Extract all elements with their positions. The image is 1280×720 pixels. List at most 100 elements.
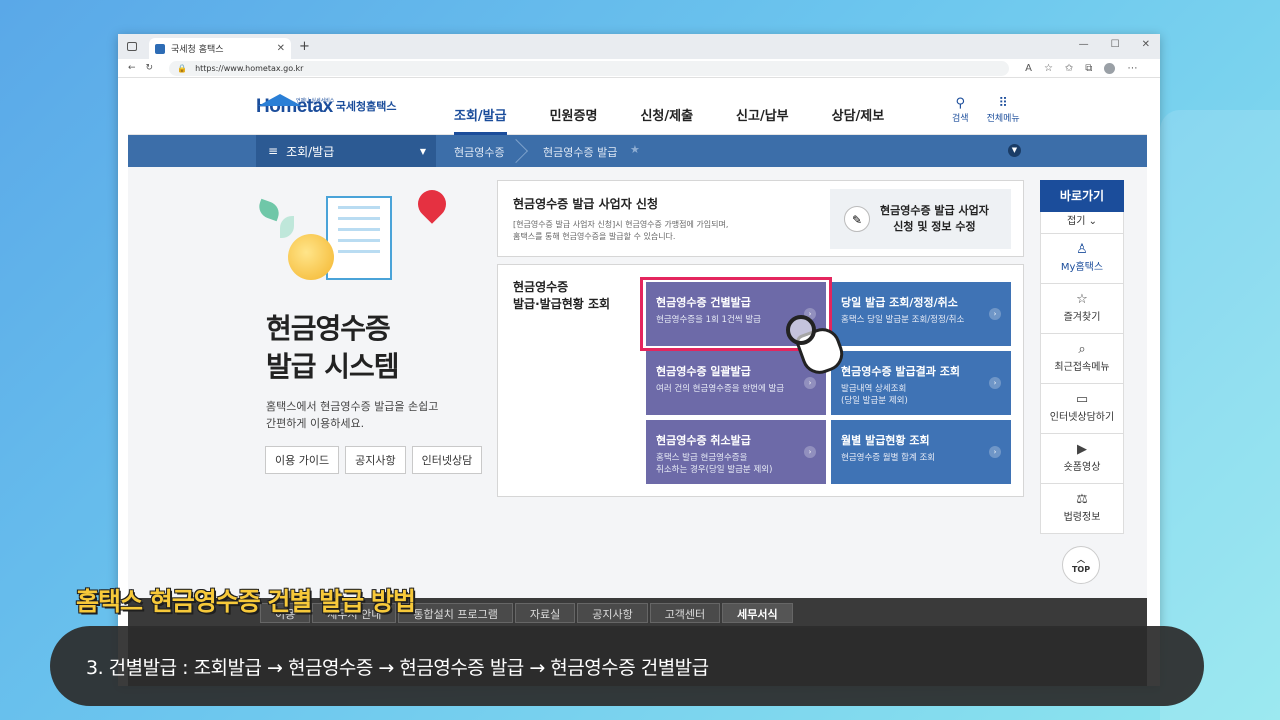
- leaf-small-icon: [280, 216, 294, 238]
- issue-card-title: 현금영수증 발급·발급현황 조회: [513, 279, 610, 313]
- pointer-hand-icon: [786, 315, 850, 379]
- quick-recent-menu-label: 최근접속메뉴: [1054, 362, 1110, 373]
- chevron-down-icon[interactable]: ▼: [1008, 144, 1021, 157]
- main-navigation: 조회/발급 민원증명 신청/제출 신고/납부 상담/제보: [454, 90, 927, 135]
- heart-icon: [412, 184, 452, 224]
- monitor-icon: ▭: [1075, 392, 1089, 407]
- arrow-right-icon: ›: [989, 446, 1001, 458]
- business-apply-button[interactable]: ✎ 현금영수증 발급 사업자 신청 및 정보 수정: [830, 189, 1011, 249]
- tile-result-inquiry-desc1: 발급내역 상세조회: [841, 384, 907, 394]
- close-tab-icon[interactable]: ✕: [277, 43, 285, 54]
- footer-link-customer-center[interactable]: 고객센터: [649, 603, 721, 623]
- breadcrumb-item-cash-receipt[interactable]: 현금영수증: [454, 144, 505, 160]
- page-title-line2: 발급 시스템: [266, 350, 400, 383]
- lock-icon: 🔒: [177, 63, 188, 73]
- breadcrumb-menu[interactable]: ≡ 조회/발급 ▼: [256, 135, 436, 167]
- tile-result-inquiry-title: 현금영수증 발급결과 조회: [841, 365, 960, 378]
- new-tab-icon[interactable]: +: [299, 39, 310, 54]
- search-button[interactable]: ⚲ 검색: [952, 97, 969, 125]
- star-icon: ☆: [1076, 292, 1088, 307]
- tile-bulk-issue-desc: 여러 건의 현금영수증을 한번에 발급: [656, 384, 785, 394]
- bookmark-star-icon[interactable]: ★: [630, 143, 640, 156]
- breadcrumb-menu-label: 조회/발급: [286, 144, 335, 159]
- site-header: 언제나 실세서비스 Hometax 국세청홈택스 조회/발급 민원증명 신청/제…: [128, 90, 1147, 135]
- collections-icon[interactable]: ⧉: [1085, 63, 1092, 74]
- tile-cancel-issue-title: 현금영수증 취소발급: [656, 434, 751, 447]
- address-bar-row: ← ↻ 🔒 https://www.hometax.go.kr A ☆ ✩ ⧉ …: [118, 59, 1160, 78]
- quick-favorites[interactable]: ☆ 즐겨찾기: [1040, 284, 1124, 334]
- scroll-top-label: TOP: [1071, 565, 1091, 574]
- profile-avatar[interactable]: [1104, 62, 1116, 74]
- tile-cancel-issue-desc2: 취소하는 경우(당일 발급분 제외): [656, 465, 773, 475]
- all-menu-button[interactable]: ⠿ 전체메뉴: [987, 97, 1020, 125]
- minimize-icon[interactable]: —: [1079, 39, 1089, 50]
- quick-online-consult-label: 인터넷상담하기: [1049, 412, 1115, 423]
- quick-online-consult[interactable]: ▭ 인터넷상담하기: [1040, 384, 1124, 434]
- receipt-document-icon: [326, 196, 392, 280]
- usage-guide-button[interactable]: 이용 가이드: [265, 446, 340, 474]
- footer-link-install[interactable]: 통합설치 프로그램: [398, 603, 513, 623]
- business-apply-desc: [현금영수증 발급 사업자 신청]시 현금영수증 가맹점에 가입되며, 홈택스를…: [513, 219, 803, 243]
- quick-recent-menu[interactable]: ⌕ 최근접속메뉴: [1040, 334, 1124, 384]
- page-title: 현금영수증 발급 시스템: [266, 310, 400, 386]
- nav-inquiry-issue[interactable]: 조회/발급: [454, 90, 507, 135]
- header-tools: ⚲ 검색 ⠿ 전체메뉴: [952, 97, 1020, 125]
- tile-result-inquiry-desc2: (당일 발급분 제외): [841, 396, 908, 406]
- address-bar[interactable]: 🔒 https://www.hometax.go.kr: [169, 60, 1010, 76]
- hero-description: 홈택스에서 현금영수증 발급을 손쉽고 간편하게 이용하세요.: [266, 398, 438, 432]
- reload-icon[interactable]: ↻: [146, 63, 154, 73]
- quick-law-info-label: 법령정보: [1063, 512, 1101, 523]
- favorite-star-icon[interactable]: ☆: [1044, 63, 1053, 74]
- read-aloud-icon[interactable]: A: [1025, 63, 1032, 74]
- gavel-icon: ⚖: [1076, 492, 1088, 507]
- tile-cancel-issue[interactable]: 현금영수증 취소발급 홈택스 발급 현금영수증을 취소하는 경우(당일 발급분 …: [646, 420, 826, 484]
- play-icon: ▶: [1077, 442, 1087, 457]
- quick-menu-title: 바로가기: [1040, 180, 1124, 212]
- quick-law-info[interactable]: ⚖ 법령정보: [1040, 484, 1124, 534]
- nav-civil-certificate[interactable]: 민원증명: [550, 90, 598, 135]
- tile-cancel-issue-desc1: 홈택스 발급 현금영수증을: [656, 453, 748, 463]
- notice-button[interactable]: 공지사항: [345, 446, 406, 474]
- footer-link-tax-forms[interactable]: 세무서식: [722, 603, 793, 623]
- back-icon[interactable]: ←: [128, 63, 136, 73]
- caret-down-icon: ▼: [419, 146, 426, 156]
- quick-my-hometax[interactable]: ♙ My홈택스: [1040, 234, 1124, 284]
- scroll-top-button[interactable]: ︿ TOP: [1062, 546, 1100, 584]
- arrow-right-icon: ›: [804, 446, 816, 458]
- hero-illustration: [255, 184, 452, 310]
- footer-link-archive[interactable]: 자료실: [514, 603, 576, 623]
- browser-tab[interactable]: 국세청 홈택스 ✕: [149, 38, 291, 59]
- quick-menu-fold-button[interactable]: 접기 ⌄: [1040, 212, 1124, 234]
- caption-bar: 3. 건별발급 : 조회발급 → 현금영수증 → 현금영수증 발급 → 현금영수…: [50, 626, 1204, 706]
- tile-monthly-inquiry[interactable]: 월별 발급현황 조회 현금영수증 월별 합계 조회 ›: [831, 420, 1011, 484]
- tile-result-inquiry[interactable]: 현금영수증 발급결과 조회 발급내역 상세조회 (당일 발급분 제외) ›: [831, 351, 1011, 415]
- window-menu-icon[interactable]: [127, 42, 137, 51]
- page-title-line1: 현금영수증: [266, 312, 391, 345]
- hometax-favicon-icon: [155, 43, 165, 54]
- footer-link-notice[interactable]: 공지사항: [577, 603, 648, 623]
- breadcrumb-item-issue[interactable]: 현금영수증 발급: [543, 144, 617, 160]
- user-icon: ♙: [1076, 242, 1088, 257]
- nav-consult[interactable]: 상담/제보: [832, 90, 885, 135]
- breadcrumb: ≡ 조회/발급 ▼ 현금영수증 현금영수증 발급 ★ ▼: [128, 135, 1147, 167]
- caption-title: 홈택스 현금영수증 건별 발급 방법: [76, 587, 416, 616]
- document-edit-icon: ✎: [844, 206, 870, 232]
- caption-text: 3. 건별발급 : 조회발급 → 현금영수증 → 현금영수증 발급 → 현금영수…: [86, 656, 709, 679]
- online-consult-button[interactable]: 인터넷상담: [411, 446, 483, 474]
- maximize-icon[interactable]: ☐: [1111, 39, 1120, 50]
- window-controls: — ☐ ✕: [1079, 39, 1150, 50]
- business-apply-button-label: 현금영수증 발급 사업자 신청 및 정보 수정: [880, 203, 989, 235]
- quick-short-video[interactable]: ▶ 숏폼영상: [1040, 434, 1124, 484]
- issue-card: 현금영수증 발급·발급현황 조회 현금영수증 건별발급 현금영수증을 1회 1건…: [497, 264, 1024, 497]
- business-apply-title: 현금영수증 발급 사업자 신청: [513, 197, 659, 211]
- logo-tagline: 언제나 실세서비스: [296, 98, 335, 104]
- logo-korean: 국세청홈택스: [335, 100, 397, 113]
- tile-today-inquiry[interactable]: 당일 발급 조회/정정/취소 홈택스 당일 발급분 조회/정정/취소 ›: [831, 282, 1011, 346]
- nav-report-payment[interactable]: 신고/납부: [736, 90, 789, 135]
- favorites-icon[interactable]: ✩: [1065, 63, 1073, 74]
- tab-bar: 국세청 홈택스 ✕ + — ☐ ✕: [118, 34, 1160, 59]
- hometax-logo[interactable]: 언제나 실세서비스 Hometax 국세청홈택스: [256, 94, 397, 118]
- nav-application[interactable]: 신청/제출: [640, 90, 693, 135]
- close-window-icon[interactable]: ✕: [1142, 39, 1150, 50]
- more-icon[interactable]: ⋯: [1127, 63, 1137, 74]
